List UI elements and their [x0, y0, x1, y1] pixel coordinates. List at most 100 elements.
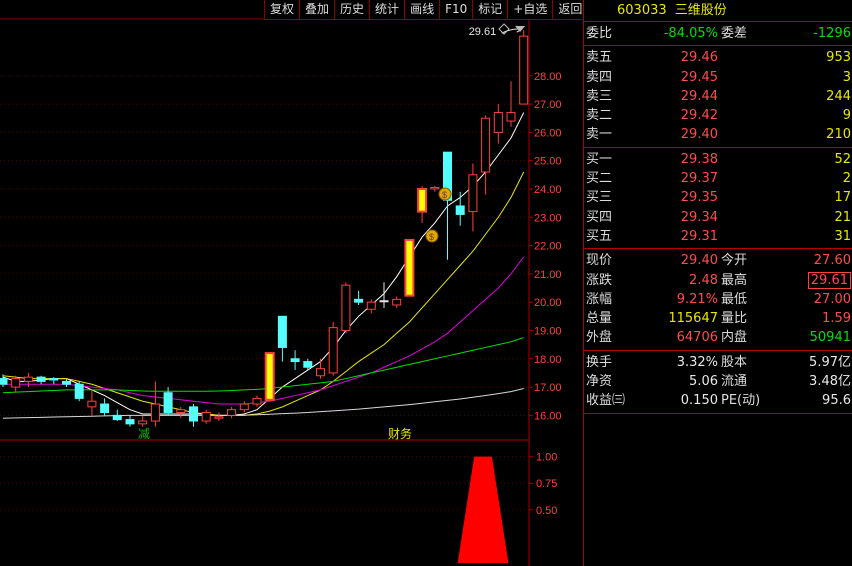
candle	[11, 378, 21, 388]
buy-level-label: 买五	[586, 228, 613, 244]
candle	[239, 403, 249, 411]
sell-order-row: 卖一 29.40 210	[584, 125, 852, 144]
candle	[316, 368, 325, 377]
price-tick-label: 21.00	[534, 269, 562, 281]
candle	[214, 416, 224, 419]
candle	[112, 414, 122, 421]
quote-stat-row: 总量 115647 量比 1.59	[584, 309, 852, 328]
buy-order-row: 买一 29.38 52	[584, 150, 852, 169]
candle	[354, 298, 364, 303]
buy-order-row: 买三 29.35 17	[584, 188, 852, 207]
fund-label: 收益㈢	[586, 393, 626, 409]
stat-value: 2.48	[689, 272, 718, 288]
buy-price: 29.35	[680, 190, 718, 206]
price-tick-label: 16.00	[534, 410, 562, 422]
fundamental-row: 收益㈢ 0.150 PE(动) 95.6	[584, 391, 852, 410]
candle	[125, 419, 135, 425]
reduce-marker: 减	[138, 427, 150, 441]
indicator-tick-label: 0.50	[536, 505, 557, 517]
buy-volume: 31	[834, 228, 851, 244]
fundamental-row: 净资 5.06 流通 3.48亿	[584, 372, 852, 391]
sell-volume: 210	[826, 127, 851, 143]
stat-label: 内盘	[721, 330, 748, 346]
candle	[227, 409, 237, 416]
buy-order-row: 买二 29.37 2	[584, 169, 852, 188]
candle	[201, 412, 211, 422]
price-tick-label: 26.00	[534, 127, 562, 139]
candle	[74, 383, 84, 399]
toolbar-button-4[interactable]: 画线	[405, 0, 441, 19]
fund-label: 净资	[586, 374, 613, 390]
price-tick-label: 25.00	[534, 156, 562, 168]
stat-value: 115647	[668, 311, 718, 327]
stat-value: 9.21%	[676, 291, 718, 307]
sell-price: 29.42	[680, 108, 718, 124]
sell-price: 29.40	[680, 127, 718, 143]
stat-label: 量比	[721, 311, 748, 327]
fund-label: PE(动)	[721, 393, 761, 409]
candle	[150, 403, 160, 422]
stat-value: 27.00	[813, 291, 851, 307]
sell-level-label: 卖五	[586, 50, 613, 66]
candle	[252, 397, 262, 405]
weibi-value: -84.05%	[663, 26, 718, 41]
candle	[455, 205, 465, 215]
toolbar-button-1[interactable]: 叠加	[300, 0, 336, 19]
fund-value: 3.48亿	[809, 374, 851, 390]
sell-price: 29.46	[680, 50, 718, 66]
toolbar-button-3[interactable]: 统计	[370, 0, 406, 19]
sell-volume: 9	[842, 108, 851, 124]
toolbar-button-5[interactable]: F10	[440, 0, 474, 19]
fundamental-row: 换手 3.32% 股本 5.97亿	[584, 353, 852, 372]
weibi-section: 委比 -84.05% 委差 -1296	[584, 22, 852, 47]
stat-label: 涨幅	[586, 291, 613, 307]
candle	[328, 327, 338, 374]
price-tick-label: 22.00	[534, 241, 562, 253]
buy-level-label: 买四	[586, 209, 613, 225]
stat-value: 29.40	[680, 253, 718, 269]
candle	[23, 376, 33, 382]
sell-orders: 卖五 29.46 953 卖四 29.45 3 卖三 29.44 244 卖二 29.42 9 卖一 29…	[584, 46, 852, 148]
candle	[36, 376, 46, 382]
buy-level-label: 买一	[586, 151, 613, 167]
candle	[519, 35, 529, 105]
stat-label: 今开	[721, 253, 748, 269]
buy-order-row: 买四 29.34 21	[584, 208, 852, 227]
toolbar-button-6[interactable]: 标记	[473, 0, 509, 19]
stat-label: 现价	[586, 253, 613, 269]
buy-price: 29.38	[680, 151, 718, 167]
sell-order-row: 卖五 29.46 953	[584, 48, 852, 67]
candle	[138, 420, 148, 425]
buy-order-row: 买五 29.31 31	[584, 227, 852, 246]
sell-price: 29.45	[680, 69, 718, 85]
fund-value: 5.06	[689, 374, 718, 390]
candle	[379, 300, 389, 303]
limit-up-candle	[404, 238, 415, 297]
toolbar-button-7[interactable]: +自选	[508, 0, 554, 19]
buy-level-label: 买三	[586, 190, 613, 206]
toolbar-button-0[interactable]: 复权	[264, 0, 301, 19]
candle	[506, 112, 516, 122]
stat-label: 涨跌	[586, 272, 613, 288]
toolbar-button-2[interactable]: 历史	[335, 0, 371, 19]
buy-price: 29.37	[680, 171, 718, 187]
sell-volume: 244	[826, 88, 851, 104]
stat-label: 最低	[721, 291, 748, 307]
stat-label: 总量	[586, 311, 613, 327]
sell-level-label: 卖一	[586, 127, 613, 143]
candle	[0, 378, 8, 385]
candle	[392, 298, 402, 306]
price-tick-label: 18.00	[534, 354, 562, 366]
indicator-tick-label: 1.00	[536, 452, 557, 464]
buy-volume: 17	[834, 190, 851, 206]
buy-orders: 买一 29.38 52 买二 29.37 2 买三 29.35 17 买四 29.34 21 买五 29.…	[584, 148, 852, 250]
sell-level-label: 卖三	[586, 88, 613, 104]
stat-value: 27.60	[813, 253, 851, 269]
price-chart[interactable]: 28.00 27.00 26.00 25.00 24.00 23.00 22.00 21.00…	[0, 0, 582, 566]
candle	[366, 301, 376, 310]
fund-value: 95.6	[822, 393, 851, 409]
chart-toolbar: 复权 叠加 历史 统计 画线 F10 标记 +自选 返回	[264, 0, 589, 20]
sell-volume: 3	[842, 69, 851, 85]
candle	[62, 380, 71, 385]
quote-stats: 现价 29.40 今开 27.60 涨跌 2.48 最高 29.61 涨幅 9.21% 最低 27.0…	[584, 249, 852, 351]
